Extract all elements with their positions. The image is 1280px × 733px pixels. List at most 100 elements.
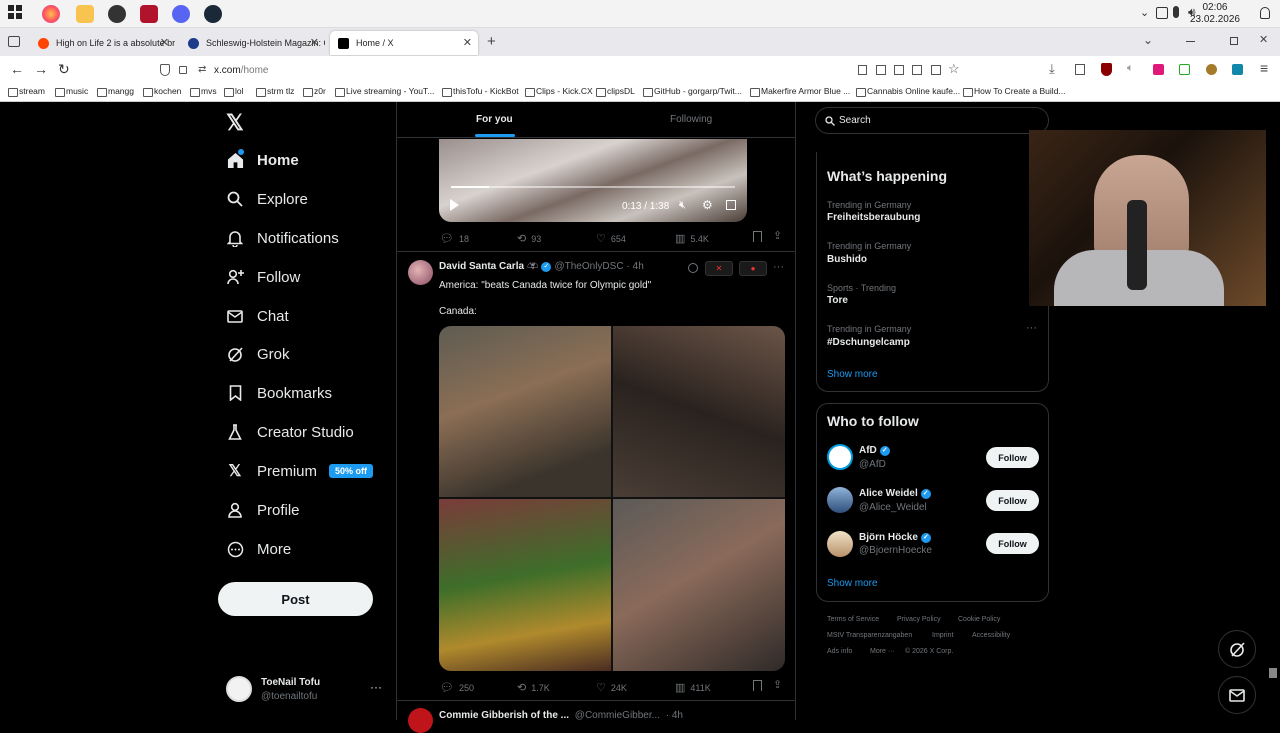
bookmark-item[interactable]: How To Create a Build... bbox=[963, 86, 1066, 97]
trend-name[interactable]: Tore bbox=[827, 295, 848, 306]
nav-chat[interactable]: Chat bbox=[226, 304, 289, 328]
post-image[interactable] bbox=[439, 499, 611, 671]
avatar[interactable] bbox=[827, 444, 853, 470]
post-author-name[interactable]: Commie Gibberish of the ... bbox=[439, 710, 569, 721]
avatar[interactable] bbox=[827, 531, 853, 557]
ext-pink-icon[interactable] bbox=[1153, 64, 1164, 75]
battery-icon[interactable] bbox=[1156, 7, 1168, 19]
trend-name[interactable]: #Dschungelcamp bbox=[827, 337, 910, 348]
bookmark-item[interactable]: stream bbox=[8, 86, 45, 97]
minimize-window-icon[interactable] bbox=[1186, 41, 1195, 42]
tab-high-on-life[interactable]: High on Life 2 is a absolute bro ✕ bbox=[30, 31, 175, 55]
follow-button[interactable]: Follow bbox=[986, 533, 1039, 554]
app-menu-icon[interactable]: ≡ bbox=[1260, 60, 1268, 76]
trend-name[interactable]: Bushido bbox=[827, 254, 867, 265]
suggested-user-handle[interactable]: @AfD bbox=[859, 459, 886, 470]
ext-blue-icon[interactable] bbox=[1232, 64, 1243, 75]
trend-more-icon[interactable]: ··· bbox=[1026, 322, 1037, 334]
views-action[interactable]: ▥ 5.4K bbox=[675, 232, 709, 245]
nav-creator-studio[interactable]: Creator Studio bbox=[226, 420, 354, 444]
address-bar[interactable] bbox=[155, 59, 965, 81]
bookmark-item[interactable]: strm tlz bbox=[256, 86, 294, 97]
list-all-tabs-icon[interactable]: ⌄ bbox=[1143, 33, 1153, 47]
close-tab-icon[interactable]: ✕ bbox=[160, 31, 169, 55]
post-button[interactable]: Post bbox=[218, 582, 373, 616]
reload-icon[interactable]: ↻ bbox=[58, 61, 70, 78]
views-action[interactable]: ▥ 411K bbox=[675, 681, 711, 694]
follow-button[interactable]: Follow bbox=[986, 447, 1039, 468]
reply-action[interactable]: 💬︎ 250 bbox=[440, 681, 474, 694]
post-more-icon[interactable]: ··· bbox=[773, 261, 784, 273]
nav-bookmarks[interactable]: Bookmarks bbox=[226, 381, 332, 405]
nav-follow[interactable]: Follow bbox=[226, 265, 300, 289]
bookmark-item[interactable]: Makerfire Armor Blue ... bbox=[750, 86, 850, 97]
screenshot-icon[interactable] bbox=[876, 65, 886, 75]
extensions-icon[interactable] bbox=[1075, 64, 1085, 75]
tab-following[interactable]: Following bbox=[596, 102, 795, 138]
settings-gear-icon[interactable]: ⚙ bbox=[702, 198, 713, 212]
grok-floating-button[interactable] bbox=[1218, 630, 1256, 668]
nav-notifications[interactable]: Notifications bbox=[226, 226, 339, 250]
bookmark-item[interactable]: Cannabis Online kaufe... bbox=[856, 86, 960, 97]
nav-profile[interactable]: Profile bbox=[226, 498, 300, 522]
post-image[interactable] bbox=[439, 326, 611, 497]
avatar[interactable] bbox=[827, 487, 853, 513]
footer-link[interactable]: Imprint bbox=[932, 632, 953, 639]
file-explorer-taskbar-icon[interactable] bbox=[76, 5, 94, 23]
nav-grok[interactable]: Grok bbox=[226, 342, 290, 366]
nav-home[interactable]: Home bbox=[226, 148, 299, 172]
post-author-avatar[interactable] bbox=[408, 708, 433, 733]
account-switcher[interactable]: ToeNail Tofu @toenailtofu ··· bbox=[218, 672, 388, 708]
tracking-shield-icon[interactable] bbox=[160, 64, 170, 76]
footer-link[interactable]: Accessibility bbox=[972, 632, 1010, 639]
footer-link[interactable]: Ads info bbox=[827, 648, 852, 655]
block-extension-button[interactable]: ✕ bbox=[705, 261, 733, 276]
mute-tab-icon[interactable]: 🔈︎ bbox=[1127, 62, 1134, 75]
footer-link[interactable]: Terms of Service bbox=[827, 616, 879, 623]
nav-explore[interactable]: Explore bbox=[226, 187, 308, 211]
share-icon[interactable]: ⇪ bbox=[773, 678, 782, 691]
bookmark-icon[interactable] bbox=[753, 231, 762, 242]
bookmark-item[interactable]: mvs bbox=[190, 86, 217, 97]
suggested-user-name[interactable]: Alice Weidel ✓ bbox=[859, 488, 931, 499]
like-action[interactable]: ♡ 654 bbox=[596, 232, 626, 245]
play-icon[interactable] bbox=[450, 199, 459, 211]
record-extension-button[interactable]: ● bbox=[739, 261, 767, 276]
bookmark-item[interactable]: thisTofu - KickBot bbox=[442, 86, 519, 97]
bookmark-icon[interactable] bbox=[753, 680, 762, 691]
reader-view-icon[interactable] bbox=[858, 65, 867, 75]
page-scrollbar-thumb[interactable] bbox=[1269, 668, 1277, 678]
video-progress-track[interactable] bbox=[451, 186, 735, 188]
bookmark-item[interactable]: clipsDL bbox=[596, 86, 635, 97]
bookmark-item[interactable]: kochen bbox=[143, 86, 181, 97]
post-author-name[interactable]: David Santa Carla bbox=[439, 261, 524, 272]
mic-icon[interactable] bbox=[1173, 6, 1179, 18]
ext-monkey-icon[interactable] bbox=[1206, 64, 1217, 75]
bookmark-item[interactable]: GitHub - gorgarp/Twit... bbox=[643, 86, 742, 97]
tab-for-you[interactable]: For you bbox=[397, 102, 596, 138]
bookmark-item[interactable]: lol bbox=[224, 86, 244, 97]
bookmark-item[interactable]: z0r bbox=[303, 86, 326, 97]
x-logo-icon[interactable]: 𝕏 bbox=[226, 110, 244, 136]
notification-bell-icon[interactable] bbox=[1260, 7, 1270, 19]
voicemod-taskbar-icon[interactable] bbox=[140, 5, 158, 23]
like-action[interactable]: ♡ 24K bbox=[596, 681, 627, 694]
tab-overview-icon[interactable] bbox=[8, 36, 20, 47]
repost-action[interactable]: ⟲ 93 bbox=[517, 232, 541, 245]
post-image[interactable] bbox=[613, 326, 785, 497]
downloads-icon[interactable]: ⤓ bbox=[1049, 61, 1055, 77]
tray-chevron-icon[interactable]: ⌄ bbox=[1140, 6, 1149, 19]
lock-icon[interactable] bbox=[179, 66, 187, 74]
suggested-user-handle[interactable]: @Alice_Weidel bbox=[859, 502, 927, 513]
post-author-avatar[interactable] bbox=[408, 260, 433, 285]
share-icon[interactable]: ⇪ bbox=[773, 229, 782, 242]
footer-link[interactable]: MStV Transparenzangaben bbox=[827, 632, 912, 639]
post-author-handle[interactable]: @TheOnlyDSC bbox=[554, 261, 623, 272]
trends-show-more[interactable]: Show more bbox=[827, 369, 878, 380]
video-player[interactable]: 0:13 / 1:38 🔇︎ ⚙ bbox=[439, 139, 747, 222]
post-author-handle[interactable]: @CommieGibber... bbox=[575, 710, 660, 721]
system-clock[interactable]: 02:06 23.02.2026 bbox=[1190, 2, 1240, 26]
mute-icon[interactable]: 🔇︎ bbox=[679, 199, 686, 212]
trend-name[interactable]: Freiheitsberaubung bbox=[827, 212, 920, 223]
new-tab-icon[interactable]: + bbox=[487, 33, 496, 50]
